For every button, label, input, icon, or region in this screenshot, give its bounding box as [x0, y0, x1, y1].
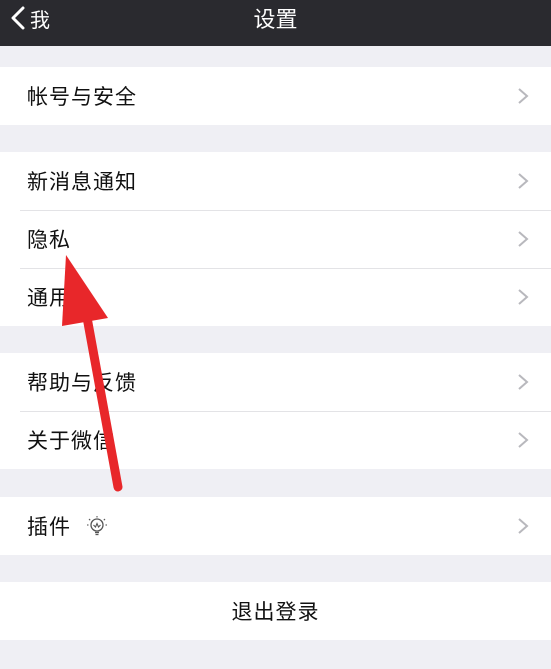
chevron-right-icon [518, 374, 529, 390]
settings-item-plugins[interactable]: 插件 [0, 497, 551, 555]
settings-item-label: 帐号与安全 [27, 85, 137, 109]
settings-item-notifications[interactable]: 新消息通知 [0, 152, 551, 210]
settings-item-about[interactable]: 关于微信 [0, 411, 551, 469]
chevron-right-icon [518, 289, 529, 305]
lightbulb-icon [87, 516, 107, 536]
settings-item-general[interactable]: 通用 [0, 268, 551, 326]
settings-item-account-security[interactable]: 帐号与安全 [0, 67, 551, 125]
chevron-right-icon [518, 518, 529, 534]
settings-item-privacy[interactable]: 隐私 [0, 210, 551, 268]
chevron-right-icon [518, 231, 529, 247]
settings-item-label: 关于微信 [27, 429, 115, 453]
settings-group-plugins: 插件 [0, 497, 551, 555]
logout-button[interactable]: 退出登录 [0, 582, 551, 640]
settings-item-label: 隐私 [27, 228, 71, 252]
settings-item-label: 帮助与反馈 [27, 371, 137, 395]
settings-group-account: 帐号与安全 [0, 67, 551, 125]
logout-label: 退出登录 [231, 600, 320, 624]
settings-item-help-feedback[interactable]: 帮助与反馈 [0, 353, 551, 411]
settings-group-general: 新消息通知 隐私 通用 [0, 152, 551, 326]
settings-group-help: 帮助与反馈 关于微信 [0, 353, 551, 469]
chevron-right-icon [518, 173, 529, 189]
page-title: 设置 [253, 8, 298, 33]
settings-item-label: 通用 [27, 286, 71, 310]
settings-item-label: 新消息通知 [27, 170, 137, 194]
settings-item-label: 插件 [27, 515, 71, 539]
chevron-right-icon [518, 432, 529, 448]
navigation-bar: 我 设置 [0, 0, 551, 46]
chevron-right-icon [518, 88, 529, 104]
